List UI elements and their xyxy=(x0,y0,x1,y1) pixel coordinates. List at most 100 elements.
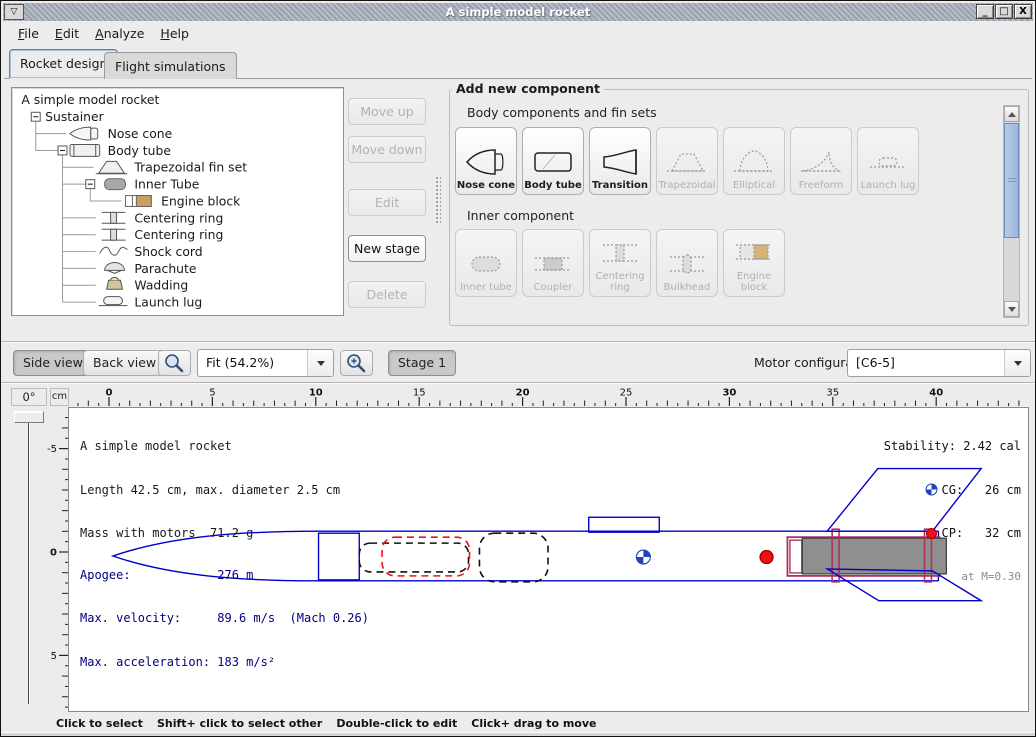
engine-block-icon xyxy=(125,196,151,207)
transition-icon xyxy=(598,145,642,179)
scrollbar-thumb[interactable] xyxy=(1004,123,1019,238)
tree-item-centering-ring-2[interactable]: Centering ring xyxy=(134,227,223,242)
tab-flight-simulations[interactable]: Flight simulations xyxy=(104,52,237,79)
zoom-select[interactable]: Fit (54.2%) xyxy=(197,349,334,377)
move-up-button[interactable]: Move up xyxy=(348,98,426,125)
add-nose-cone-button[interactable]: Nose cone xyxy=(455,127,517,195)
motor-configuration-select[interactable]: [C6-5] xyxy=(847,349,1031,377)
svg-text:25: 25 xyxy=(620,388,633,399)
rotation-slider[interactable] xyxy=(28,422,30,704)
svg-text:30: 30 xyxy=(722,388,736,399)
body-component-buttons: Nose cone Body tube Transition xyxy=(455,127,919,195)
tree-item-root[interactable]: A simple model rocket xyxy=(21,92,159,107)
window-menu-icon[interactable]: ▽ xyxy=(4,4,24,20)
inner-tube-button-label: Inner tube xyxy=(460,282,512,293)
tree-item-centering-ring-1[interactable]: Centering ring xyxy=(134,210,223,225)
elliptical-fin-button-label: Elliptical xyxy=(733,180,775,191)
expander-body-tube[interactable] xyxy=(58,146,67,155)
menu-edit[interactable]: Edit xyxy=(49,24,85,43)
ruler-unit-label: cm xyxy=(50,388,69,406)
svg-text:5: 5 xyxy=(51,651,57,662)
launch-lug-outline[interactable] xyxy=(589,517,660,532)
svg-text:0: 0 xyxy=(106,388,113,399)
scroll-up-icon[interactable] xyxy=(1004,106,1019,122)
tree-item-inner-tube[interactable]: Inner Tube xyxy=(134,177,199,192)
status-bar: Click to select Shift+ click to select o… xyxy=(1,714,1036,732)
minimize-button[interactable]: _ xyxy=(976,4,994,19)
add-transition-button[interactable]: Transition xyxy=(589,127,651,195)
bulkhead-icon xyxy=(665,247,709,281)
tree-item-body-tube[interactable]: Body tube xyxy=(108,143,171,158)
add-centering-ring-button[interactable]: Centering ring xyxy=(589,229,651,297)
wadding-outline[interactable] xyxy=(479,533,548,582)
freeform-fin-button-label: Freeform xyxy=(799,180,844,191)
menu-analyze[interactable]: Analyze xyxy=(89,24,150,43)
tree-item-sustainer[interactable]: Sustainer xyxy=(45,109,104,124)
expander-inner-tube[interactable] xyxy=(86,180,95,189)
component-tree-panel: A simple model rocket Sustainer Nose con… xyxy=(11,87,344,316)
menu-help[interactable]: Help xyxy=(154,24,195,43)
chevron-down-icon[interactable] xyxy=(1004,350,1030,376)
side-view-button[interactable]: Side view xyxy=(13,350,93,376)
trapezoidal-fin-icon xyxy=(665,145,709,179)
tree-item-shock-cord[interactable]: Shock cord xyxy=(134,244,202,259)
launch-lug-button-label: Launch lug xyxy=(861,180,916,191)
inner-tube-icon xyxy=(464,247,508,281)
add-component-panel: Add new component Body components and fi… xyxy=(449,89,1029,326)
add-freeform-fin-button[interactable]: Freeform xyxy=(790,127,852,195)
component-panel-scrollbar[interactable] xyxy=(1003,105,1020,318)
add-body-tube-button[interactable]: Body tube xyxy=(522,127,584,195)
app-window: ▽ A simple model rocket _ □ X File Edit … xyxy=(0,0,1036,737)
scroll-down-icon[interactable] xyxy=(1004,301,1019,317)
menu-file[interactable]: File xyxy=(12,24,45,43)
max-acceleration-value: Max. acceleration: 183 m/s² xyxy=(80,655,369,670)
rotation-slider-handle[interactable] xyxy=(14,411,44,423)
add-launch-lug-button[interactable]: Launch lug xyxy=(857,127,919,195)
tree-item-nose-cone[interactable]: Nose cone xyxy=(108,126,173,141)
tree-item-wadding[interactable]: Wadding xyxy=(134,278,188,293)
add-elliptical-fin-button[interactable]: Elliptical xyxy=(723,127,785,195)
cp-legend-icon xyxy=(925,527,938,540)
coupler-button-label: Coupler xyxy=(534,282,573,293)
add-bulkhead-button[interactable]: Bulkhead xyxy=(656,229,718,297)
centering-ring-icon-1 xyxy=(102,212,126,223)
rocket-design-canvas[interactable]: A simple model rocket Length 42.5 cm, ma… xyxy=(68,407,1029,712)
expander-sustainer[interactable] xyxy=(31,112,40,121)
shock-cord-outline[interactable] xyxy=(359,543,468,572)
window-resize-edge[interactable] xyxy=(1,732,1036,737)
magnifier-icon xyxy=(159,351,190,375)
delete-button[interactable]: Delete xyxy=(348,281,426,308)
tree-item-fin-set[interactable]: Trapezoidal fin set xyxy=(133,160,247,175)
zoom-in-button[interactable] xyxy=(340,350,373,376)
svg-text:35: 35 xyxy=(826,388,839,399)
apogee-value: Apogee: 276 m xyxy=(80,568,369,583)
move-down-button[interactable]: Move down xyxy=(348,136,426,163)
stage-1-toggle[interactable]: Stage 1 xyxy=(388,350,456,376)
add-coupler-button[interactable]: Coupler xyxy=(522,229,584,297)
engine-block-outline[interactable] xyxy=(790,540,802,573)
tabbar: Rocket design Flight simulations xyxy=(4,47,1032,79)
hint-double-click: Double-click to edit xyxy=(336,717,457,730)
add-trapezoidal-fin-button[interactable]: Trapezoidal xyxy=(656,127,718,195)
back-view-button[interactable]: Back view xyxy=(83,350,166,376)
maximize-button[interactable]: □ xyxy=(995,4,1013,19)
edit-button[interactable]: Edit xyxy=(348,189,426,216)
window-titlebar: ▽ A simple model rocket _ □ X xyxy=(3,3,1033,21)
new-stage-button[interactable]: New stage xyxy=(348,235,426,262)
tree-item-parachute[interactable]: Parachute xyxy=(134,261,196,276)
menubar: File Edit Analyze Help xyxy=(4,23,1032,44)
close-button[interactable]: X xyxy=(1014,4,1032,19)
fin-set-icon xyxy=(96,161,128,173)
rocket-name: A simple model rocket xyxy=(80,439,340,454)
add-engine-block-button[interactable]: Engine block xyxy=(723,229,785,297)
rocket-canvas-section: 0° cm 0510152025303540-505 xyxy=(1,384,1036,714)
tree-item-launch-lug[interactable]: Launch lug xyxy=(134,295,202,310)
tab-rocket-design[interactable]: Rocket design xyxy=(9,49,118,79)
centering-ring-icon xyxy=(598,236,642,270)
chevron-down-icon[interactable] xyxy=(307,350,333,376)
body-components-label: Body components and fin sets xyxy=(467,105,657,120)
add-inner-tube-button[interactable]: Inner tube xyxy=(455,229,517,297)
tree-item-engine-block[interactable]: Engine block xyxy=(161,193,241,208)
zoom-out-button[interactable] xyxy=(158,350,191,376)
splitter-grip[interactable] xyxy=(435,176,441,224)
